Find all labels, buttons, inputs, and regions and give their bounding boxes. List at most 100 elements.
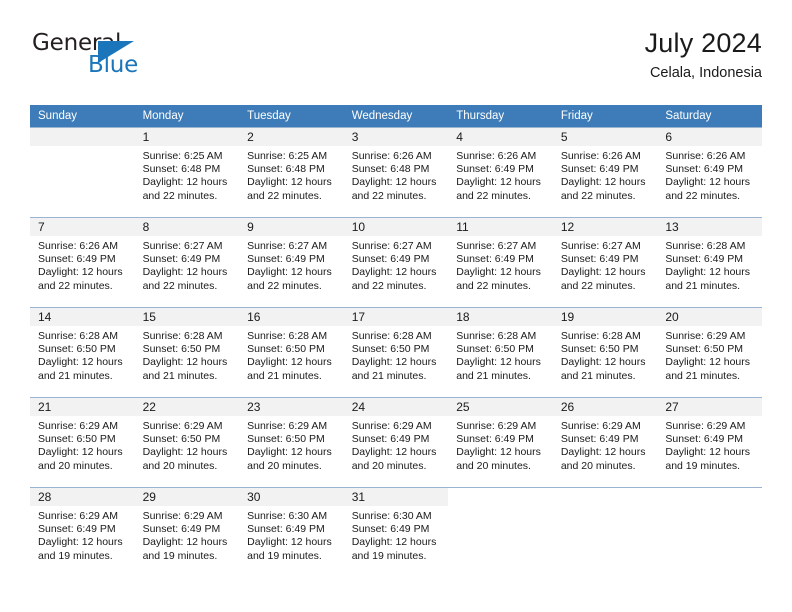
sunrise-text: Sunrise: 6:28 AM bbox=[38, 330, 118, 342]
general-blue-logo[interactable]: General Blue bbox=[30, 28, 160, 86]
calendar-day-cell[interactable]: 23 Sunrise: 6:29 AM Sunset: 6:50 PM Dayligh… bbox=[239, 397, 344, 488]
sunrise-text: Sunrise: 6:27 AM bbox=[560, 240, 641, 252]
day-details: Sunrise: 6:30 AM Sunset: 6:49 PM Daylight:… bbox=[239, 506, 344, 563]
day-details: Sunrise: 6:29 AM Sunset: 6:49 PM Daylight:… bbox=[344, 416, 449, 473]
day-number: 12 bbox=[552, 218, 658, 236]
daylight-text-line2: and 22 minutes. bbox=[456, 189, 531, 202]
calendar-day-cell[interactable]: 11 Sunrise: 6:27 AM Sunset: 6:49 PM Dayligh… bbox=[448, 217, 553, 308]
sunset-text: Sunset: 6:49 PM bbox=[351, 433, 430, 446]
sunset-text: Sunset: 6:48 PM bbox=[142, 163, 221, 176]
daylight-text-line2: and 21 minutes. bbox=[456, 369, 531, 382]
day-number: 11 bbox=[448, 218, 553, 236]
sunset-text: Sunset: 6:49 PM bbox=[665, 253, 744, 266]
day-details: Sunrise: 6:27 AM Sunset: 6:49 PM Daylight:… bbox=[448, 236, 553, 293]
daylight-text-line1: Daylight: 12 hours bbox=[247, 446, 332, 459]
daylight-text-line2: and 21 minutes. bbox=[142, 369, 218, 382]
daylight-text-line2: and 22 minutes. bbox=[247, 189, 322, 202]
calendar-day-cell[interactable]: 31 Sunrise: 6:30 AM Sunset: 6:49 PM Dayligh… bbox=[343, 487, 449, 578]
calendar-day-cell[interactable]: 16 Sunrise: 6:28 AM Sunset: 6:50 PM Dayligh… bbox=[239, 307, 344, 398]
calendar-day-cell[interactable]: 1 Sunrise: 6:25 AM Sunset: 6:48 PM Daylight… bbox=[134, 127, 240, 218]
calendar-day-cell[interactable]: 24 Sunrise: 6:29 AM Sunset: 6:49 PM Dayligh… bbox=[343, 397, 449, 488]
daylight-text-line2: and 19 minutes. bbox=[247, 549, 322, 562]
calendar-day-cell[interactable]: 6 Sunrise: 6:26 AM Sunset: 6:49 PM Daylight… bbox=[657, 127, 762, 218]
calendar-day-cell[interactable]: 22 Sunrise: 6:29 AM Sunset: 6:50 PM Dayligh… bbox=[134, 397, 240, 488]
daylight-text-line2: and 21 minutes. bbox=[560, 369, 636, 382]
calendar-day-cell[interactable]: 12 Sunrise: 6:27 AM Sunset: 6:49 PM Dayligh… bbox=[552, 217, 658, 308]
calendar-day-cell[interactable]: 13 Sunrise: 6:28 AM Sunset: 6:49 PM Dayligh… bbox=[657, 217, 762, 308]
calendar-day-cell[interactable]: 17 Sunrise: 6:28 AM Sunset: 6:50 PM Dayligh… bbox=[343, 307, 449, 398]
day-number: 5 bbox=[552, 128, 658, 146]
day-number: 31 bbox=[343, 488, 449, 506]
daylight-text-line1: Daylight: 12 hours bbox=[142, 446, 228, 459]
sunset-text: Sunset: 6:49 PM bbox=[247, 253, 325, 266]
sunrise-text: Sunrise: 6:26 AM bbox=[456, 150, 537, 162]
calendar-day-cell[interactable]: 28 Sunrise: 6:29 AM Sunset: 6:49 PM Dayligh… bbox=[30, 487, 135, 578]
calendar-day-cell[interactable]: 15 Sunrise: 6:28 AM Sunset: 6:50 PM Dayligh… bbox=[134, 307, 240, 398]
daylight-text-line2: and 21 minutes. bbox=[247, 369, 322, 382]
sunrise-text: Sunrise: 6:29 AM bbox=[351, 420, 432, 432]
weekday-header-tuesday: Tuesday bbox=[239, 105, 344, 128]
sunrise-text: Sunrise: 6:25 AM bbox=[247, 150, 328, 162]
calendar-day-cell[interactable]: 18 Sunrise: 6:28 AM Sunset: 6:50 PM Dayligh… bbox=[448, 307, 553, 398]
daylight-text-line2: and 20 minutes. bbox=[351, 459, 427, 472]
daylight-text-line2: and 20 minutes. bbox=[142, 459, 218, 472]
day-details: Sunrise: 6:26 AM Sunset: 6:49 PM Daylight:… bbox=[553, 146, 658, 203]
day-details: Sunrise: 6:27 AM Sunset: 6:49 PM Daylight:… bbox=[135, 236, 240, 293]
daylight-text-line1: Daylight: 12 hours bbox=[560, 356, 646, 369]
day-number bbox=[657, 488, 762, 506]
calendar-day-cell[interactable]: 30 Sunrise: 6:30 AM Sunset: 6:49 PM Dayligh… bbox=[239, 487, 344, 578]
daylight-text-line1: Daylight: 12 hours bbox=[665, 446, 751, 459]
sunset-text: Sunset: 6:49 PM bbox=[456, 433, 534, 446]
daylight-text-line1: Daylight: 12 hours bbox=[247, 356, 332, 369]
day-number bbox=[448, 488, 553, 506]
day-details: Sunrise: 6:26 AM Sunset: 6:49 PM Daylight:… bbox=[448, 146, 553, 203]
sunrise-text: Sunrise: 6:28 AM bbox=[456, 330, 537, 342]
sunset-text: Sunset: 6:49 PM bbox=[456, 163, 534, 176]
daylight-text-line2: and 21 minutes. bbox=[665, 369, 741, 382]
day-number: 24 bbox=[343, 398, 449, 416]
day-details: Sunrise: 6:29 AM Sunset: 6:49 PM Daylight:… bbox=[448, 416, 553, 473]
calendar-day-cell[interactable]: 14 Sunrise: 6:28 AM Sunset: 6:50 PM Dayligh… bbox=[30, 307, 135, 398]
day-details: Sunrise: 6:29 AM Sunset: 6:50 PM Daylight:… bbox=[30, 416, 135, 473]
calendar-day-cell[interactable]: 3 Sunrise: 6:26 AM Sunset: 6:48 PM Daylight… bbox=[343, 127, 449, 218]
day-number: 17 bbox=[343, 308, 449, 326]
daylight-text-line1: Daylight: 12 hours bbox=[38, 356, 123, 369]
calendar-day-cell[interactable]: 8 Sunrise: 6:27 AM Sunset: 6:49 PM Daylight… bbox=[134, 217, 240, 308]
day-details: Sunrise: 6:27 AM Sunset: 6:49 PM Daylight:… bbox=[344, 236, 449, 293]
daylight-text-line2: and 21 minutes. bbox=[665, 279, 741, 292]
calendar-day-cell[interactable]: 20 Sunrise: 6:29 AM Sunset: 6:50 PM Dayligh… bbox=[657, 307, 762, 398]
daylight-text-line2: and 22 minutes. bbox=[665, 189, 741, 202]
daylight-text-line2: and 22 minutes. bbox=[560, 189, 636, 202]
calendar-day-cell[interactable]: 7 Sunrise: 6:26 AM Sunset: 6:49 PM Daylight… bbox=[30, 217, 135, 308]
calendar-day-cell[interactable]: 26 Sunrise: 6:29 AM Sunset: 6:49 PM Dayligh… bbox=[552, 397, 658, 488]
weekday-header-wednesday: Wednesday bbox=[343, 105, 449, 128]
daylight-text-line1: Daylight: 12 hours bbox=[142, 176, 228, 189]
daylight-text-line1: Daylight: 12 hours bbox=[456, 356, 541, 369]
calendar-day-cell[interactable]: 29 Sunrise: 6:29 AM Sunset: 6:49 PM Dayligh… bbox=[134, 487, 240, 578]
calendar-day-cell[interactable]: 2 Sunrise: 6:25 AM Sunset: 6:48 PM Daylight… bbox=[239, 127, 344, 218]
calendar-day-cell[interactable]: 25 Sunrise: 6:29 AM Sunset: 6:49 PM Dayligh… bbox=[448, 397, 553, 488]
daylight-text-line1: Daylight: 12 hours bbox=[351, 356, 437, 369]
sunset-text: Sunset: 6:50 PM bbox=[142, 343, 221, 356]
calendar-day-cell[interactable]: 27 Sunrise: 6:29 AM Sunset: 6:49 PM Dayligh… bbox=[657, 397, 762, 488]
day-number: 7 bbox=[30, 218, 135, 236]
calendar-day-cell[interactable]: 4 Sunrise: 6:26 AM Sunset: 6:49 PM Daylight… bbox=[448, 127, 553, 218]
day-details: Sunrise: 6:25 AM Sunset: 6:48 PM Daylight:… bbox=[239, 146, 344, 203]
calendar-day-cell[interactable]: 21 Sunrise: 6:29 AM Sunset: 6:50 PM Dayligh… bbox=[30, 397, 135, 488]
sunrise-text: Sunrise: 6:28 AM bbox=[665, 240, 746, 252]
daylight-text-line1: Daylight: 12 hours bbox=[142, 266, 228, 279]
calendar-day-cell[interactable]: 10 Sunrise: 6:27 AM Sunset: 6:49 PM Dayligh… bbox=[343, 217, 449, 308]
sunset-text: Sunset: 6:49 PM bbox=[247, 523, 325, 536]
daylight-text-line2: and 22 minutes. bbox=[38, 279, 113, 292]
calendar-day-cell[interactable]: 9 Sunrise: 6:27 AM Sunset: 6:49 PM Daylight… bbox=[239, 217, 344, 308]
day-number: 18 bbox=[448, 308, 553, 326]
calendar-day-cell[interactable]: 5 Sunrise: 6:26 AM Sunset: 6:49 PM Daylight… bbox=[552, 127, 658, 218]
sunset-text: Sunset: 6:50 PM bbox=[560, 343, 639, 356]
day-details: Sunrise: 6:28 AM Sunset: 6:50 PM Daylight:… bbox=[239, 326, 344, 383]
daylight-text-line2: and 20 minutes. bbox=[456, 459, 531, 472]
day-number: 28 bbox=[30, 488, 135, 506]
calendar-week-row: 14 Sunrise: 6:28 AM Sunset: 6:50 PM Dayligh… bbox=[30, 307, 762, 398]
sunset-text: Sunset: 6:49 PM bbox=[665, 163, 744, 176]
day-details: Sunrise: 6:27 AM Sunset: 6:49 PM Daylight:… bbox=[239, 236, 344, 293]
calendar-day-cell[interactable]: 19 Sunrise: 6:28 AM Sunset: 6:50 PM Dayligh… bbox=[552, 307, 658, 398]
